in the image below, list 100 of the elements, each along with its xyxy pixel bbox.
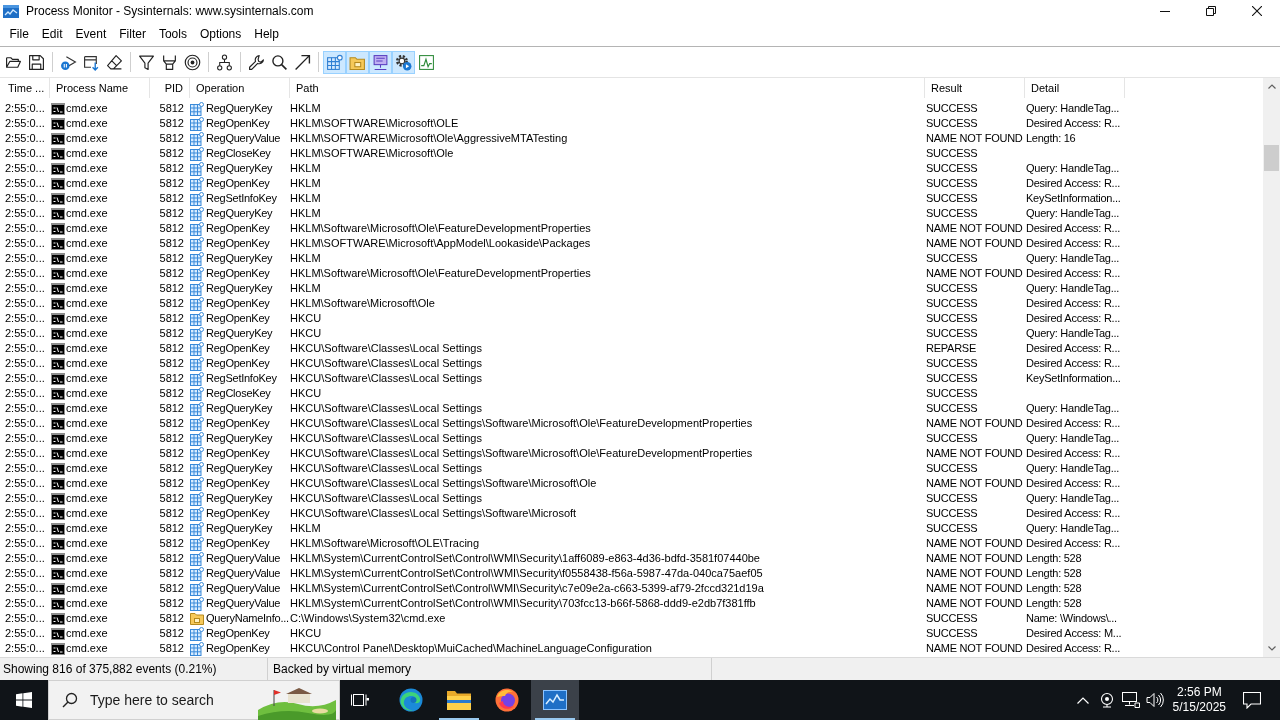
result-status: SUCCESS: [926, 356, 978, 371]
event-detail: Query: HandleTag...: [1026, 206, 1120, 221]
path-header[interactable]: Path: [290, 78, 925, 98]
process-name: cmd.exe: [66, 266, 108, 281]
grid-icon: [190, 206, 204, 221]
process-name: cmd.exe: [66, 221, 108, 236]
process-id: 5812: [159, 596, 184, 611]
result-status: NAME NOT FOUND: [926, 536, 1023, 551]
event-detail: Query: HandleTag...: [1026, 401, 1120, 416]
event-path: HKLM\System\CurrentControlSet\Control\WMI\Security\703fcc13-b66f-5868-ddd9-e2db7f381ffb: [290, 596, 756, 611]
pid-header[interactable]: PID: [150, 78, 190, 98]
process-id: 5812: [159, 521, 184, 536]
event-path: HKLM: [290, 176, 321, 191]
timestamp: 2:55:0...: [5, 386, 45, 401]
menu-item[interactable]: Options: [193, 24, 248, 44]
event-path: HKLM\System\CurrentControlSet\Control\WMI\Security\f0558438-f56a-5987-47da-040ca75aef05: [290, 566, 763, 581]
menu-item[interactable]: Event: [69, 24, 113, 44]
speaker-icon: [1145, 692, 1164, 708]
scrollbar[interactable]: [1263, 78, 1280, 657]
event-path: HKCU\Software\Classes\Local Settings: [290, 401, 482, 416]
timestamp: 2:55:0...: [5, 266, 45, 281]
menu-item[interactable]: Edit: [35, 24, 70, 44]
process-name: cmd.exe: [66, 176, 108, 191]
menu-item[interactable]: Filter: [112, 24, 153, 44]
operation-name: RegOpenKey: [206, 116, 270, 131]
event-path: HKLM\SOFTWARE\Microsoft\Ole: [290, 146, 454, 161]
grid-icon: [190, 431, 204, 446]
result-status: NAME NOT FOUND: [926, 596, 1023, 611]
monitor-icon: [372, 53, 389, 71]
event-path: HKLM\SOFTWARE\Microsoft\AppModel\Lookaside\Packages: [290, 236, 591, 251]
operation-name: RegQueryValue: [206, 596, 281, 611]
event-detail: Query: HandleTag...: [1026, 101, 1120, 116]
console-icon: [51, 552, 65, 565]
network-toggle[interactable]: [369, 50, 392, 74]
console-icon: [51, 267, 65, 280]
timestamp: 2:55:0...: [5, 581, 45, 596]
detail-header[interactable]: Detail: [1025, 78, 1125, 98]
event-path: HKCU\Software\Classes\Local Settings: [290, 341, 482, 356]
operation-name: RegQueryKey: [206, 281, 273, 296]
menu-item[interactable]: Tools: [152, 24, 194, 44]
grid-icon: [190, 641, 204, 656]
process-toggle[interactable]: [392, 50, 415, 74]
process-name: cmd.exe: [66, 356, 108, 371]
operation-name: RegQueryKey: [206, 431, 273, 446]
event-path: HKLM: [290, 191, 321, 206]
result-status: NAME NOT FOUND: [926, 266, 1023, 281]
process-name: cmd.exe: [66, 101, 108, 116]
grid-icon: [190, 146, 204, 161]
process-name-header[interactable]: Process Name: [50, 78, 150, 98]
menu-item[interactable]: File: [3, 24, 36, 44]
console-icon: [51, 432, 65, 445]
result-status: NAME NOT FOUND: [926, 641, 1023, 656]
registry-toggle[interactable]: [323, 50, 346, 74]
process-name: cmd.exe: [66, 116, 108, 131]
operation-name: RegQueryValue: [206, 566, 281, 581]
result-status: NAME NOT FOUND: [926, 566, 1023, 581]
status-text: Showing 816 of 375,882 events (0.21%): [3, 662, 217, 676]
clock[interactable]: 2:56 PM 5/15/2025: [1166, 680, 1232, 720]
operation-header[interactable]: Operation: [190, 78, 290, 98]
process-id: 5812: [159, 131, 184, 146]
operation-name: RegQueryKey: [206, 491, 273, 506]
operation-name: RegOpenKey: [206, 236, 270, 251]
process-name: cmd.exe: [66, 326, 108, 341]
process-id: 5812: [159, 191, 184, 206]
eraser-icon: [106, 53, 123, 71]
event-detail: Length: 16: [1026, 131, 1076, 146]
search-bar[interactable]: Type here to search: [48, 680, 340, 720]
result-status: NAME NOT FOUND: [926, 221, 1023, 236]
event-detail: Desired Access: R...: [1026, 236, 1121, 251]
result-status: SUCCESS: [926, 386, 978, 401]
timestamp: 2:55:0...: [5, 626, 45, 641]
event-path: HKCU\Software\Classes\Local Settings: [290, 356, 482, 371]
operation-name: RegQueryValue: [206, 551, 281, 566]
process-id: 5812: [159, 236, 184, 251]
scroll-thumb[interactable]: [1264, 145, 1279, 171]
console-icon: [51, 612, 65, 625]
menu-item[interactable]: Help: [247, 24, 286, 44]
console-icon: [51, 207, 65, 220]
event-path: HKLM: [290, 101, 321, 116]
operation-name: RegOpenKey: [206, 536, 270, 551]
time-header[interactable]: Time ...: [0, 78, 50, 98]
process-id: 5812: [159, 341, 184, 356]
process-id: 5812: [159, 476, 184, 491]
console-icon: [51, 507, 65, 520]
file-system-toggle[interactable]: [346, 50, 369, 74]
process-id: 5812: [159, 326, 184, 341]
timestamp: 2:55:0...: [5, 446, 45, 461]
operation-name: RegQueryKey: [206, 206, 273, 221]
process-name: cmd.exe: [66, 611, 108, 626]
process-name: cmd.exe: [66, 146, 108, 161]
chart-icon: [418, 53, 435, 71]
capture-icon: [60, 53, 77, 71]
process-id: 5812: [159, 401, 184, 416]
search-field[interactable]: Type here to search: [90, 692, 258, 708]
process-name: cmd.exe: [66, 251, 108, 266]
event-path: HKCU: [290, 626, 322, 641]
event-detail: Desired Access: R...: [1026, 416, 1121, 431]
monitor-app-button[interactable]: [531, 680, 579, 720]
result-header[interactable]: Result: [925, 78, 1025, 98]
process-name: cmd.exe: [66, 551, 108, 566]
